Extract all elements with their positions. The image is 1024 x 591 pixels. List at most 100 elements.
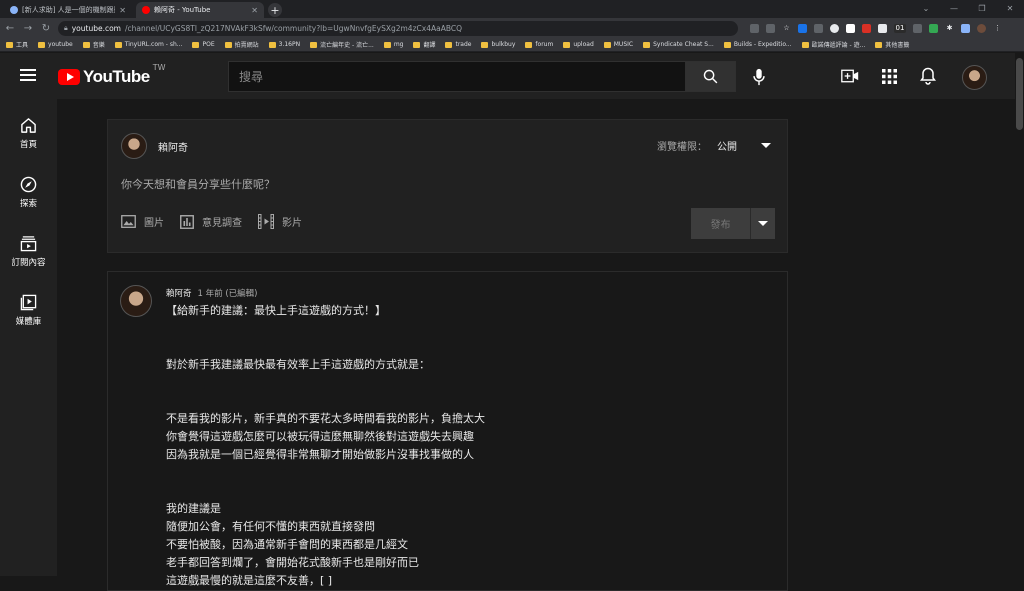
tool-label: 意見調查	[202, 218, 242, 229]
sidebar-item-label: 訂閱內容	[11, 258, 46, 268]
folder-icon	[875, 41, 883, 48]
bookmark-item[interactable]: 3.16PN	[268, 41, 300, 48]
new-tab-button[interactable]: +	[268, 3, 282, 17]
browser-tab[interactable]: [新人求助] 人是一個的機制跟動... ✕	[4, 2, 132, 18]
close-tab-icon[interactable]: ✕	[251, 6, 258, 15]
folder-icon	[224, 41, 232, 48]
folder-icon	[38, 41, 46, 48]
composer-tools: 圖片 意見調查 影片	[121, 214, 302, 229]
back-icon[interactable]: ←	[4, 23, 16, 34]
bookmark-item[interactable]: Syndicate Cheat S...	[643, 41, 714, 48]
bookmark-item[interactable]: TinyURL.com - sh...	[114, 41, 182, 48]
close-tab-icon[interactable]: ✕	[119, 6, 126, 15]
extension-icon[interactable]	[830, 23, 839, 33]
sidebar-item-home[interactable]: 首頁	[0, 117, 57, 150]
post-text-input[interactable]: 你今天想和會員分享些什麼呢？	[121, 176, 275, 192]
folder-icon	[6, 41, 13, 48]
bookmark-item[interactable]: 音樂	[82, 40, 105, 49]
bookmark-item[interactable]: mg	[383, 41, 403, 48]
extension-icon[interactable]	[814, 23, 823, 33]
menu-hamburger-icon[interactable]	[20, 69, 36, 81]
folder-icon	[310, 41, 318, 48]
library-icon	[20, 294, 37, 311]
extension-icon[interactable]	[878, 23, 887, 33]
post-composer: 賴阿奇 瀏覽權限： 公開 你今天想和會員分享些什麼呢？ 圖片 意見調查 影片 發…	[107, 119, 788, 253]
post-line	[166, 374, 766, 392]
bookmark-star-icon[interactable]: ☆	[782, 24, 791, 33]
notifications-button[interactable]	[918, 66, 938, 86]
image-icon	[121, 215, 136, 228]
post-line: 不是看我的影片，新手真的不要花太多時間看我的影片，負擔太大	[166, 412, 485, 425]
bookmark-item[interactable]: 拍賣網站	[224, 40, 259, 49]
url-host: youtube.com	[71, 23, 121, 33]
address-bar[interactable]: 🔒︎ youtube.com/channel/UCyGS8Tl_zQ217NVA…	[58, 20, 738, 36]
extension-icon[interactable]	[929, 23, 938, 33]
extension-icon[interactable]	[913, 23, 922, 33]
folder-icon	[525, 41, 533, 48]
youtube-logo[interactable]: YouTube TW	[58, 63, 166, 87]
extensions-puzzle-icon[interactable]: ✱	[945, 24, 954, 33]
url-path: /channel/UCyGS8Tl_zQ217NVAkF3kSfw/commun…	[125, 23, 462, 33]
bookmark-item[interactable]: 歐諾傳遞評論 - 遊...	[801, 40, 865, 49]
search-input[interactable]: 搜尋	[228, 61, 686, 92]
bookmark-item[interactable]: upload	[563, 41, 594, 48]
folder-icon	[801, 41, 809, 48]
microphone-icon	[752, 68, 765, 85]
add-video-button[interactable]: 影片	[258, 214, 302, 229]
post-header: 賴阿奇 1 年前 (已編輯)	[166, 287, 257, 299]
minimize-icon[interactable]: —	[940, 0, 968, 16]
share-icon[interactable]	[766, 23, 775, 33]
tab-search-icon[interactable]: ⌄	[912, 0, 940, 16]
close-window-icon[interactable]: ✕	[996, 0, 1024, 16]
bookmark-item[interactable]: youtube	[38, 41, 73, 48]
sidebar-item-subscriptions[interactable]: 訂閱內容	[0, 235, 57, 268]
apps-button[interactable]	[879, 66, 899, 86]
browser-tab-active[interactable]: 賴阿奇 - YouTube ✕	[136, 2, 264, 18]
scrollbar-thumb[interactable]	[1016, 58, 1023, 130]
maximize-icon[interactable]: ❐	[968, 0, 996, 16]
page-scrollbar[interactable]	[1015, 53, 1024, 576]
bookmark-item[interactable]: POE	[192, 41, 215, 48]
video-camera-add-icon	[841, 69, 859, 83]
post-time[interactable]: 1 年前 (已編輯)	[198, 287, 258, 299]
sidebar-item-library[interactable]: 媒體庫	[0, 294, 57, 327]
extension-icon[interactable]	[846, 23, 855, 33]
extension-badge-icon[interactable]: 01	[894, 23, 906, 33]
sidebar-item-label: 首頁	[19, 140, 37, 150]
community-post: 賴阿奇 1 年前 (已編輯) 【給新手的建議：最快上手這遊戲的方式！】 對於新手…	[107, 271, 788, 591]
forward-icon[interactable]: →	[22, 23, 34, 34]
account-avatar[interactable]	[962, 65, 987, 90]
voice-search-button[interactable]	[749, 67, 768, 86]
bookmark-item[interactable]: trade	[445, 41, 471, 48]
other-bookmarks[interactable]: 其他書籤	[875, 40, 909, 49]
publish-button[interactable]: 發布	[691, 208, 751, 239]
channel-avatar	[121, 133, 147, 159]
visibility-selector[interactable]: 瀏覽權限： 公開	[657, 138, 771, 153]
search-button[interactable]	[685, 61, 736, 92]
folder-icon	[114, 41, 122, 48]
youtube-favicon-icon	[142, 6, 150, 14]
create-button[interactable]	[840, 66, 860, 86]
community-tab-content: 賴阿奇 瀏覽權限： 公開 你今天想和會員分享些什麼呢？ 圖片 意見調查 影片 發…	[57, 99, 1015, 591]
reload-icon[interactable]: ↻	[40, 23, 52, 34]
bookmark-item[interactable]: forum	[525, 41, 553, 48]
bookmark-item[interactable]: Builds - Expeditio...	[723, 41, 792, 48]
bookmark-item[interactable]: 翻譯	[413, 40, 435, 49]
post-line	[166, 338, 766, 356]
post-author[interactable]: 賴阿奇	[166, 287, 192, 299]
author-avatar[interactable]	[120, 285, 152, 317]
bookmark-item[interactable]: bulkbuy	[481, 41, 515, 48]
browser-menu-icon[interactable]: ⋮	[993, 24, 1002, 33]
bookmark-item[interactable]: 工具	[6, 40, 28, 49]
bookmark-item[interactable]: 流亡編年史 - 流亡...	[310, 40, 374, 49]
extension-icon[interactable]	[798, 23, 807, 33]
extension-icon[interactable]	[862, 23, 871, 33]
publish-options-button[interactable]	[751, 208, 775, 239]
sidebar-item-explore[interactable]: 探索	[0, 176, 57, 209]
bookmark-item[interactable]: MUSIC	[603, 41, 633, 48]
zoom-icon[interactable]	[750, 23, 759, 33]
add-image-button[interactable]: 圖片	[121, 214, 164, 229]
add-poll-button[interactable]: 意見調查	[180, 214, 242, 229]
sync-icon[interactable]	[961, 23, 970, 33]
profile-avatar-icon[interactable]	[977, 23, 986, 33]
